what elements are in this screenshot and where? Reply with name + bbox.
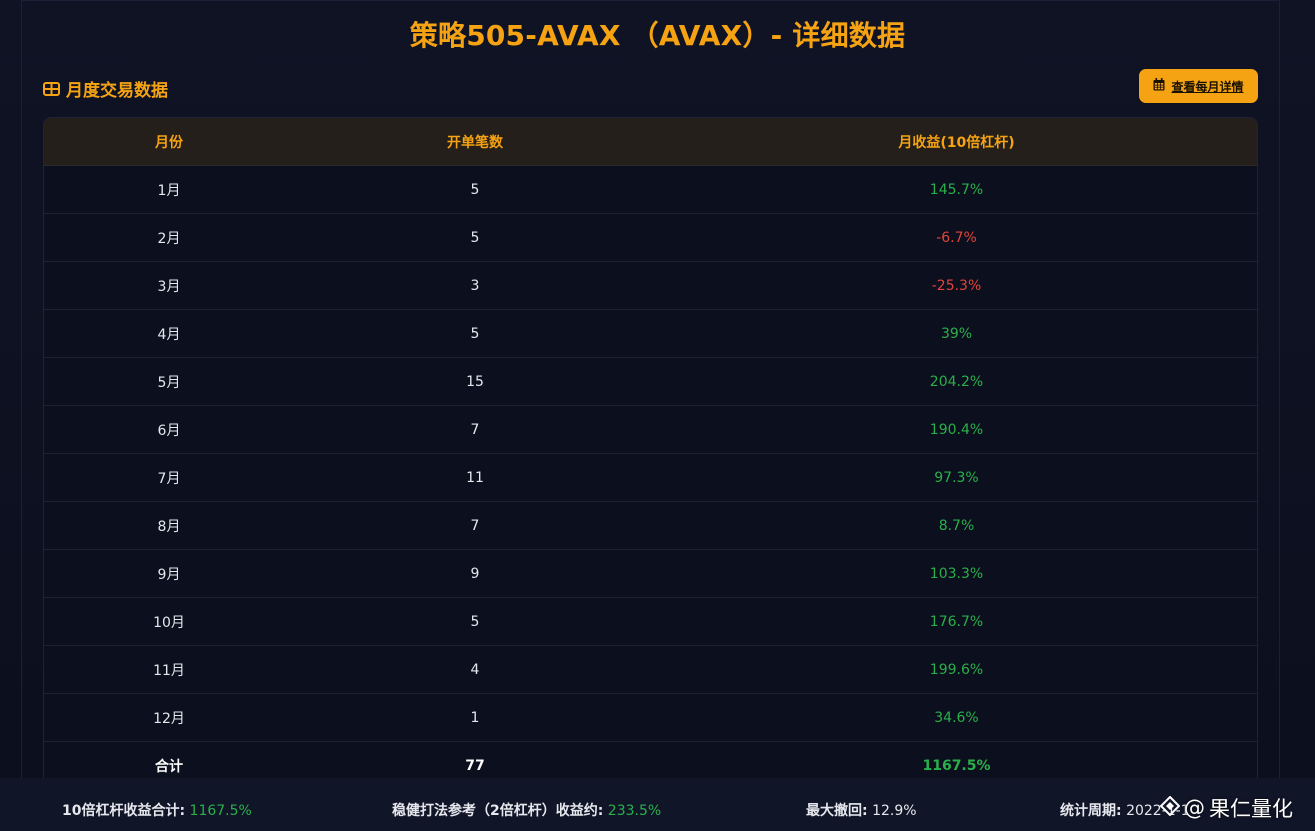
cell-month: 10月	[153, 614, 185, 631]
cell-trades: 11	[466, 469, 484, 486]
cell-return: 204.2%	[929, 373, 984, 390]
table-body: 1月 5 145.7% 2月 5 -6.7% 3月 3 -25.3% 4月 5 39% 5月 15 204.…	[44, 166, 1257, 742]
summary-leverage-total-label: 10倍杠杆收益合计:	[62, 803, 186, 819]
cell-return: 190.4%	[929, 421, 984, 438]
table-row: 2月 5 -6.7%	[44, 214, 1257, 262]
cell-trades: 4	[470, 661, 480, 678]
cell-return: 176.7%	[929, 613, 984, 630]
cell-month: 12月	[153, 710, 185, 727]
cell-return: 97.3%	[934, 469, 979, 486]
view-monthly-details-button[interactable]: 查看每月详情	[1139, 69, 1258, 103]
table-icon	[43, 81, 60, 96]
table-row: 7月 11 97.3%	[44, 454, 1257, 502]
page: 策略505-AVAX （AVAX）- 详细数据 月度交易数据 查看每月详情 月份…	[0, 0, 1315, 831]
table-row: 1月 5 145.7%	[44, 166, 1257, 214]
cell-trades: 7	[470, 421, 480, 438]
cell-return: -25.3%	[931, 277, 982, 294]
header-return: 月收益(10倍杠杆)	[898, 134, 1015, 151]
total-trades: 77	[465, 757, 485, 774]
cell-month: 4月	[157, 326, 181, 343]
calendar-icon	[1153, 78, 1165, 94]
cell-trades: 7	[470, 517, 480, 534]
cell-month: 6月	[157, 422, 181, 439]
cell-trades: 3	[470, 277, 480, 294]
view-monthly-details-label: 查看每月详情	[1171, 79, 1244, 94]
summary-max-drawdown-value: 12.9%	[872, 803, 917, 819]
watermark-prefix: @	[1184, 796, 1205, 820]
cell-trades: 5	[470, 181, 480, 198]
cell-trades: 5	[470, 325, 480, 342]
cell-month: 9月	[157, 566, 181, 583]
cell-trades: 1	[470, 709, 480, 726]
total-label: 合计	[155, 758, 183, 775]
summary-leverage-total: 10倍杠杆收益合计: 1167.5%	[62, 800, 252, 820]
summary-max-drawdown-label: 最大撤回:	[806, 803, 868, 819]
monthly-data-table: 月份 开单笔数 月收益(10倍杠杆) 1月 5 145.7% 2月 5 -6.7% 3月 3 -…	[43, 117, 1258, 831]
cell-month: 5月	[157, 374, 181, 391]
cell-month: 8月	[157, 518, 181, 535]
watermark-logo-icon	[1159, 795, 1181, 821]
summary-steady: 稳健打法参考（2倍杠杆）收益约: 233.5%	[392, 800, 661, 820]
table-row: 11月 4 199.6%	[44, 646, 1257, 694]
table-row: 9月 9 103.3%	[44, 550, 1257, 598]
summary-max-drawdown: 最大撤回: 12.9%	[806, 800, 917, 820]
header-month: 月份	[155, 134, 183, 151]
table-row: 10月 5 176.7%	[44, 598, 1257, 646]
cell-month: 2月	[157, 230, 181, 247]
table-row: 3月 3 -25.3%	[44, 262, 1257, 310]
cell-return: 8.7%	[938, 517, 975, 534]
summary-leverage-total-value: 1167.5%	[189, 803, 252, 819]
cell-month: 1月	[157, 182, 181, 199]
summary-bar: 10倍杠杆收益合计: 1167.5% 稳健打法参考（2倍杠杆）收益约: 233.…	[0, 778, 1315, 831]
cell-return: 199.6%	[929, 661, 984, 678]
cell-trades: 9	[470, 565, 480, 582]
cell-trades: 5	[470, 229, 480, 246]
cell-return: 145.7%	[929, 181, 984, 198]
cell-return: -6.7%	[936, 229, 977, 246]
table-row: 12月 1 34.6%	[44, 694, 1257, 742]
summary-steady-label: 稳健打法参考（2倍杠杆）收益约:	[392, 803, 604, 819]
cell-return: 34.6%	[934, 709, 979, 726]
cell-trades: 5	[470, 613, 480, 630]
page-title: 策略505-AVAX （AVAX）- 详细数据	[409, 19, 906, 52]
table-row: 4月 5 39%	[44, 310, 1257, 358]
summary-period-label: 统计周期:	[1060, 803, 1122, 819]
section-header: 月度交易数据	[43, 76, 168, 101]
cell-month: 11月	[153, 662, 185, 679]
table-row: 8月 7 8.7%	[44, 502, 1257, 550]
cell-trades: 15	[466, 373, 484, 390]
table-header: 月份 开单笔数 月收益(10倍杠杆)	[44, 118, 1257, 166]
cell-month: 7月	[157, 470, 181, 487]
table-row: 5月 15 204.2%	[44, 358, 1257, 406]
watermark: @ 果仁量化	[1159, 793, 1293, 823]
total-return: 1167.5%	[922, 757, 991, 774]
cell-return: 39%	[940, 325, 973, 342]
watermark-text: 果仁量化	[1209, 797, 1293, 821]
section-title: 月度交易数据	[66, 81, 168, 101]
table-row: 6月 7 190.4%	[44, 406, 1257, 454]
summary-steady-value: 233.5%	[607, 803, 662, 819]
cell-month: 3月	[157, 278, 181, 295]
header-trades: 开单笔数	[447, 134, 503, 151]
cell-return: 103.3%	[929, 565, 984, 582]
